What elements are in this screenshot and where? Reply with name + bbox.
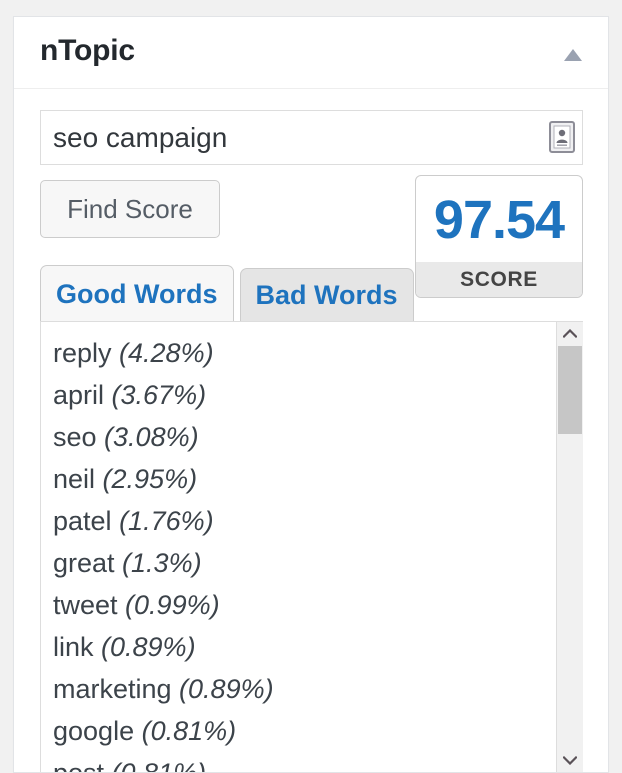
search-input[interactable]	[40, 110, 583, 165]
word-percentage: (3.08%)	[96, 422, 199, 452]
list-item: post (0.81%)	[53, 752, 556, 773]
list-scrollbar[interactable]	[556, 322, 583, 772]
word-percentage: (3.67%)	[104, 380, 207, 410]
list-item: seo (3.08%)	[53, 416, 556, 458]
chevron-up-icon[interactable]	[557, 322, 583, 346]
word-list: reply (4.28%) april (3.67%) seo (3.08%) nei…	[41, 322, 556, 773]
word-percentage: (0.89%)	[171, 674, 274, 704]
triangle-up-icon[interactable]	[556, 39, 590, 69]
word-percentage: (0.81%)	[104, 758, 207, 773]
word-term: tweet	[53, 590, 118, 620]
score-value: 97.54	[433, 190, 565, 250]
list-item: marketing (0.89%)	[53, 668, 556, 710]
word-percentage: (2.95%)	[95, 464, 198, 494]
word-list-panel: reply (4.28%) april (3.67%) seo (3.08%) nei…	[40, 321, 583, 773]
list-item: google (0.81%)	[53, 710, 556, 752]
word-percentage: (1.76%)	[111, 506, 214, 536]
tab-bad-words[interactable]: Bad Words	[239, 268, 414, 321]
list-item: reply (4.28%)	[53, 332, 556, 374]
word-term: april	[53, 380, 105, 410]
word-term: post	[53, 758, 105, 773]
score-label: SCORE	[416, 262, 582, 297]
tab-good-words[interactable]: Good Words	[40, 265, 234, 321]
triangle-up-glyph	[564, 49, 582, 61]
list-item: neil (2.95%)	[53, 458, 556, 500]
word-term: neil	[53, 464, 96, 494]
contact-card-icon[interactable]	[549, 121, 575, 153]
word-percentage: (0.99%)	[117, 590, 220, 620]
word-term: patel	[53, 506, 112, 536]
widget-header: nTopic	[14, 17, 608, 89]
word-term: marketing	[53, 674, 172, 704]
word-term: great	[53, 548, 115, 578]
list-item: link (0.89%)	[53, 626, 556, 668]
word-percentage: (4.28%)	[111, 338, 214, 368]
word-term: google	[53, 716, 135, 746]
word-term: link	[53, 632, 94, 662]
scrollbar-track[interactable]	[557, 346, 583, 749]
score-card: 97.54 SCORE	[415, 175, 583, 298]
widget-body: Find Score 97.54 SCORE Good Words Bad Wo…	[14, 89, 608, 773]
word-term: reply	[53, 338, 112, 368]
keyword-input-row	[40, 110, 583, 165]
list-item: great (1.3%)	[53, 542, 556, 584]
list-item: april (3.67%)	[53, 374, 556, 416]
word-percentage: (0.81%)	[134, 716, 237, 746]
find-score-button[interactable]: Find Score	[40, 180, 220, 238]
scrollbar-thumb[interactable]	[558, 346, 582, 434]
ntopic-widget-panel: nTopic Find Score 97.54 SCORE G	[13, 16, 609, 773]
word-term: seo	[53, 422, 97, 452]
page-title: nTopic	[40, 34, 135, 67]
list-item: tweet (0.99%)	[53, 584, 556, 626]
chevron-down-icon[interactable]	[557, 749, 583, 772]
word-percentage: (0.89%)	[93, 632, 196, 662]
word-percentage: (1.3%)	[114, 548, 202, 578]
list-item: patel (1.76%)	[53, 500, 556, 542]
word-tabs: Good Words Bad Words	[40, 265, 414, 321]
